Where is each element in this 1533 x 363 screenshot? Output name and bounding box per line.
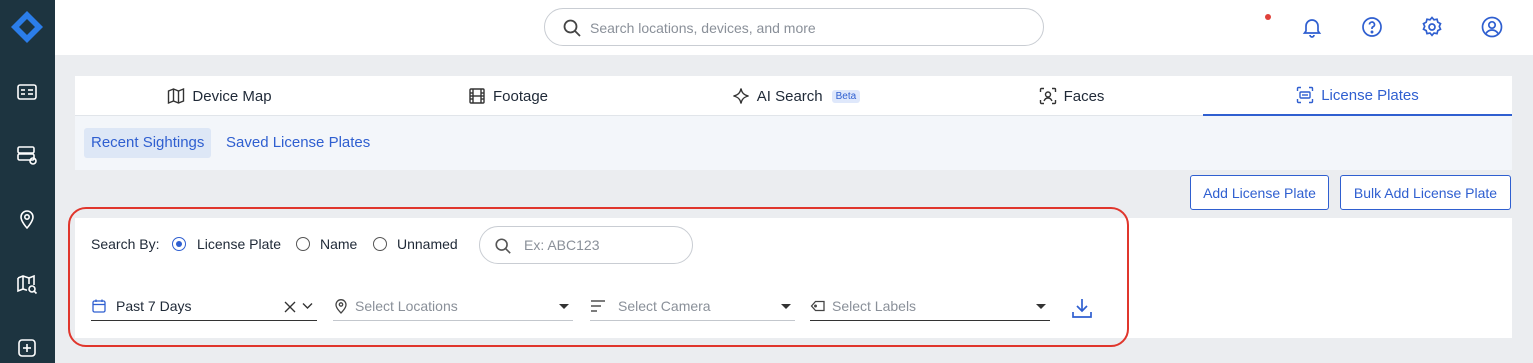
license-plate-icon: [1297, 86, 1314, 104]
gear-icon[interactable]: [1420, 15, 1444, 39]
film-icon: [469, 88, 485, 104]
app-logo-icon[interactable]: [10, 10, 44, 44]
tab-device-map[interactable]: Device Map: [75, 76, 364, 116]
search-icon: [563, 19, 581, 37]
map-icon: [168, 87, 185, 105]
tab-faces[interactable]: Faces: [940, 76, 1203, 116]
sparkle-icon: [733, 88, 749, 104]
help-icon[interactable]: [1360, 15, 1384, 39]
subtab-recent-sightings[interactable]: Recent Sightings: [84, 128, 212, 158]
beta-badge: Beta: [831, 89, 861, 103]
tab-label: Footage: [492, 87, 549, 105]
global-search-input[interactable]: Search locations, devices, and more: [544, 8, 1044, 46]
sidebar: [0, 0, 55, 363]
tab-license-plates[interactable]: License Plates: [1203, 76, 1512, 116]
tab-label: Faces: [1063, 87, 1105, 105]
map-search-icon[interactable]: [15, 272, 39, 296]
dashboard-icon[interactable]: [15, 80, 39, 104]
notification-dot: [1265, 14, 1271, 20]
bell-icon[interactable]: [1300, 15, 1324, 39]
search-placeholder: Search locations, devices, and more: [590, 20, 816, 36]
tab-label: AI Search: [756, 87, 823, 105]
annotation-highlight-box: [68, 207, 1129, 347]
devices-icon[interactable]: [15, 143, 39, 167]
top-bar: Search locations, devices, and more: [55, 0, 1533, 55]
location-pin-icon[interactable]: [15, 207, 39, 231]
add-box-icon[interactable]: [15, 336, 39, 360]
tab-label: License Plates: [1321, 86, 1419, 104]
subtab-saved-license-plates[interactable]: Saved License Plates: [219, 128, 377, 158]
tab-label: Device Map: [192, 87, 272, 105]
face-scan-icon: [1039, 87, 1056, 105]
add-license-plate-button[interactable]: Add License Plate: [1190, 175, 1329, 210]
bulk-add-license-plate-button[interactable]: Bulk Add License Plate: [1340, 175, 1511, 210]
tab-footage[interactable]: Footage: [364, 76, 652, 116]
tab-ai-search[interactable]: AI Search Beta: [652, 76, 940, 116]
tabs-card: Device Map Footage AI Search Beta Faces …: [75, 76, 1512, 170]
user-account-icon[interactable]: [1480, 15, 1504, 39]
tab-bar: Device Map Footage AI Search Beta Faces …: [75, 76, 1512, 116]
